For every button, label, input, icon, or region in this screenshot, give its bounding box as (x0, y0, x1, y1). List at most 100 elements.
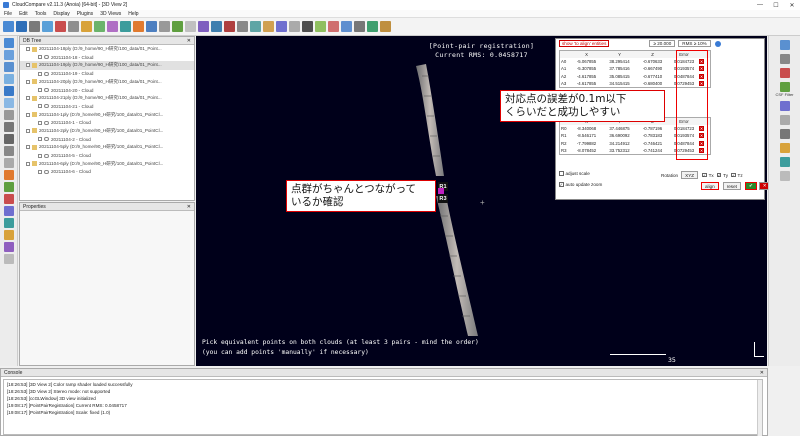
tree-cloud-item[interactable]: 20211104-6 - Cloud (20, 168, 194, 176)
menu-edit[interactable]: Edit (19, 11, 28, 17)
tree-cloud-item[interactable]: 20211104-21 - Cloud (20, 102, 194, 110)
sample-points-icon[interactable] (94, 21, 105, 32)
view-left-icon[interactable] (4, 62, 14, 72)
tree-file-item[interactable]: 20211104-1ply (D:/9_home/90_H研究/100_data… (20, 111, 194, 119)
volume-icon[interactable] (250, 21, 261, 32)
view-bottom-icon[interactable] (4, 98, 14, 108)
sor-filter-icon[interactable] (224, 21, 235, 32)
visibility-checkbox[interactable] (38, 104, 42, 109)
tree-file-item[interactable]: 20211104-2ply (D:/9_home/90_H研究/100_data… (20, 127, 194, 135)
point-picking-icon[interactable] (315, 21, 326, 32)
cloth-filter-icon[interactable] (354, 21, 365, 32)
save-icon[interactable] (16, 21, 27, 32)
view-right-icon[interactable] (4, 86, 14, 96)
delete-icon[interactable] (55, 21, 66, 32)
view-top-icon[interactable] (4, 38, 14, 48)
fullscreen-icon[interactable] (4, 218, 14, 228)
filter-icon[interactable] (198, 21, 209, 32)
menu-3d-views[interactable]: 3D Views (100, 11, 121, 17)
visibility-checkbox[interactable] (26, 128, 30, 133)
align-icon[interactable] (133, 21, 144, 32)
visibility-checkbox[interactable] (26, 63, 30, 68)
visibility-checkbox[interactable] (38, 153, 42, 158)
auto-update-zoom-checkbox[interactable]: ✓ (559, 182, 564, 187)
compass-n-icon[interactable] (779, 101, 790, 111)
tree-cloud-item[interactable]: 20211104-19 - Cloud (20, 70, 194, 78)
tree-file-item[interactable]: 20211104-6ply (D:/9_home/90_H研究/100_data… (20, 160, 194, 168)
menu-plugins[interactable]: Plugins (77, 11, 93, 17)
visibility-checkbox[interactable] (26, 47, 30, 52)
tree-file-item[interactable]: 20211104-20ply (D:/9_home/90_H研究/100_dat… (20, 78, 194, 86)
distance-icon[interactable] (159, 21, 170, 32)
lights-icon[interactable] (4, 158, 14, 168)
visibility-checkbox[interactable] (38, 55, 42, 60)
tree-cloud-item[interactable]: 20211104-20 - Cloud (20, 86, 194, 94)
perspective-icon[interactable] (4, 146, 14, 156)
color-icon[interactable] (4, 170, 14, 180)
raster-icon[interactable] (263, 21, 274, 32)
tree-cloud-item[interactable]: 20211104-5 - Cloud (20, 151, 194, 159)
tree-file-item[interactable]: 20211104-5ply (D:/9_home/90_H研究/100_data… (20, 143, 194, 151)
compass-icon[interactable] (328, 21, 339, 32)
graph-icon[interactable] (289, 21, 300, 32)
tz-checkbox[interactable]: ✓ (731, 173, 736, 178)
console-icon[interactable] (4, 254, 14, 264)
maximize-button[interactable]: ☐ (768, 0, 784, 10)
labels-view-icon[interactable] (4, 206, 14, 216)
plane-fit-icon[interactable] (211, 21, 222, 32)
menu-display[interactable]: Display (53, 11, 69, 17)
screenshot-icon[interactable] (4, 230, 14, 240)
visibility-checkbox[interactable] (26, 161, 30, 166)
visibility-checkbox[interactable] (26, 96, 30, 101)
menu-tools[interactable]: Tools (35, 11, 47, 17)
rms-percent-field[interactable]: RMS ≥ 10% (678, 40, 711, 47)
normals-icon[interactable] (172, 21, 183, 32)
help-icon[interactable] (714, 40, 721, 47)
visibility-checkbox[interactable] (38, 120, 42, 125)
zoom-icon[interactable] (4, 134, 14, 144)
visibility-checkbox[interactable] (38, 88, 42, 93)
visibility-checkbox[interactable] (26, 145, 30, 150)
iso-view-icon[interactable] (4, 110, 14, 120)
visibility-checkbox[interactable] (38, 137, 42, 142)
visibility-checkbox[interactable] (38, 71, 42, 76)
plugin-icon[interactable] (779, 129, 790, 139)
section-icon[interactable] (779, 157, 790, 167)
tree-file-item[interactable]: 20211104-21ply (D:/9_home/90_H研究/100_dat… (20, 94, 194, 102)
panel-close-icon[interactable]: ✕ (187, 38, 191, 44)
m3c2-icon[interactable] (341, 21, 352, 32)
measure-icon[interactable] (779, 115, 790, 125)
rotation-select[interactable]: XYZ (681, 171, 699, 179)
facets-icon[interactable] (380, 21, 391, 32)
info-icon[interactable] (779, 171, 790, 181)
open-file-icon[interactable] (3, 21, 14, 32)
light-icon[interactable] (779, 54, 790, 64)
view-icon[interactable] (42, 21, 53, 32)
show-to-align-checkbox[interactable]: show 'to align' entities (559, 40, 610, 47)
marker-r3[interactable]: R3 (438, 194, 448, 203)
tree-cloud-item[interactable]: 20211104-18 - Cloud (20, 53, 194, 61)
scalar-field-icon[interactable] (185, 21, 196, 32)
tx-checkbox[interactable]: ✓ (702, 173, 707, 178)
animation-icon[interactable] (779, 143, 790, 153)
ok-check-icon[interactable]: ✔ (744, 182, 757, 190)
render-icon[interactable] (779, 68, 790, 78)
tree-cloud-item[interactable]: 20211104-2 - Cloud (20, 135, 194, 143)
tree-cloud-item[interactable]: 20211104-1 - Cloud (20, 119, 194, 127)
camera-icon[interactable] (779, 40, 790, 50)
view-back-icon[interactable] (4, 74, 14, 84)
tree-file-item[interactable]: 20211104-19ply (D:/9_home/90_H研究/100_dat… (20, 61, 194, 70)
adjust-scale-checkbox[interactable] (559, 171, 564, 176)
normals-view-icon[interactable] (4, 182, 14, 192)
ty-checkbox[interactable]: ✓ (716, 173, 722, 178)
icp-icon[interactable] (146, 21, 157, 32)
visibility-checkbox[interactable] (26, 112, 30, 117)
mesh-icon[interactable] (237, 21, 248, 32)
ground-filter-icon[interactable] (779, 82, 790, 92)
reset-button[interactable]: reset (722, 182, 741, 190)
clone-icon[interactable] (68, 21, 79, 32)
menu-help[interactable]: Help (128, 11, 138, 17)
minimize-button[interactable]: — (752, 0, 768, 10)
stereo-icon[interactable] (4, 242, 14, 252)
visibility-checkbox[interactable] (26, 79, 30, 84)
